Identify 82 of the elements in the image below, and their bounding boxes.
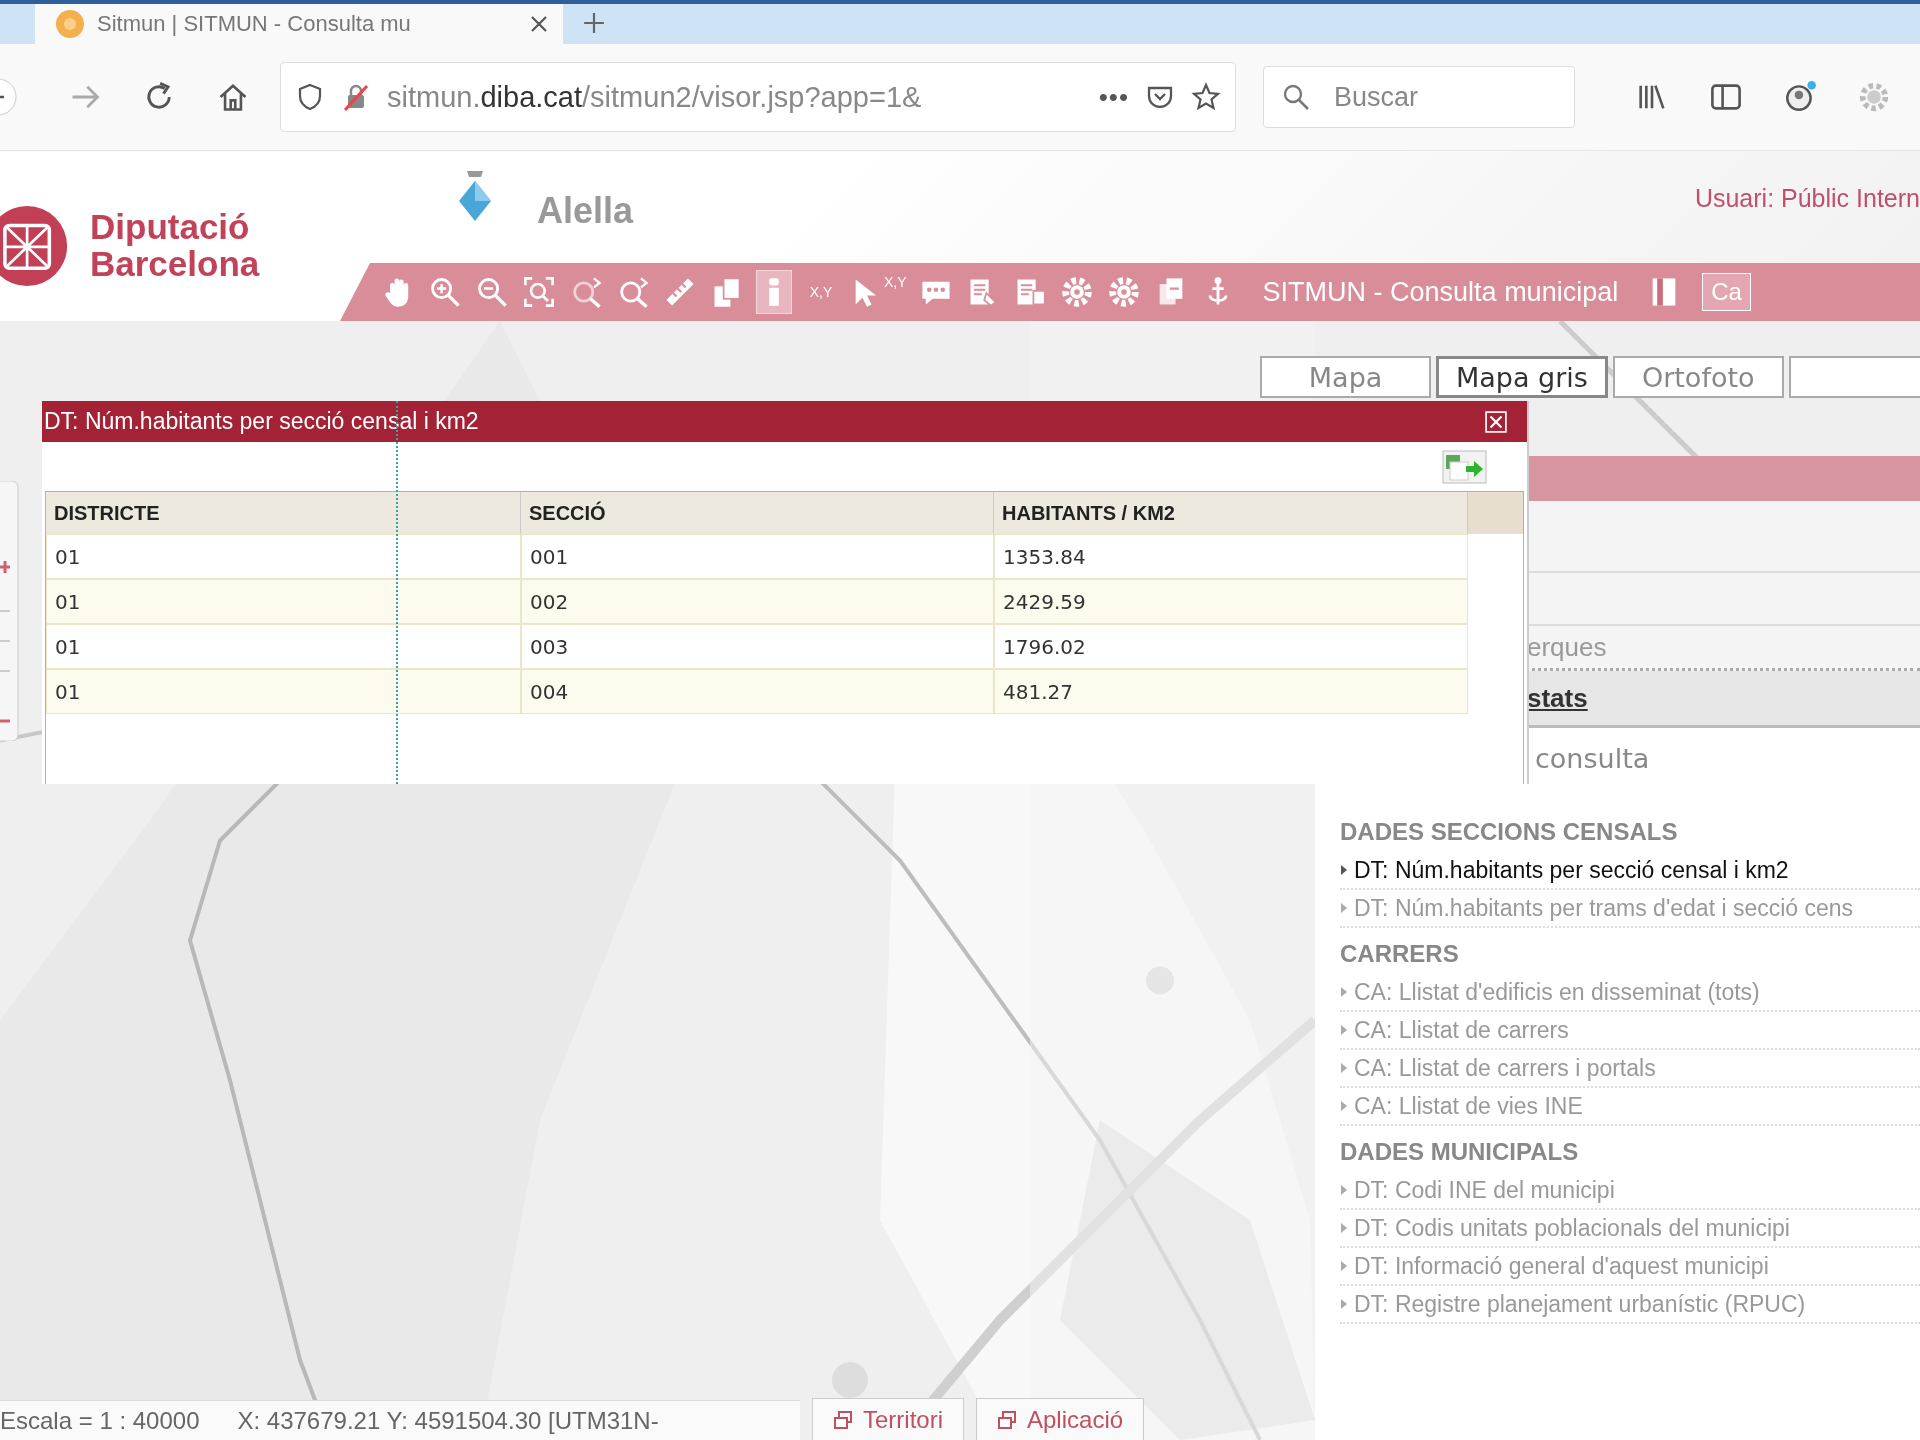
- query-link[interactable]: DT: Registre planejament urbanístic (RPUC): [1340, 1286, 1920, 1324]
- crossed-lock-icon[interactable]: [341, 82, 371, 112]
- query-link[interactable]: DT: Codi INE del municipi: [1340, 1172, 1920, 1210]
- layer-button[interactable]: [1788, 356, 1920, 398]
- export-spreadsheet-icon[interactable]: [1442, 449, 1487, 484]
- coordinates-button[interactable]: X,Y: [803, 270, 839, 314]
- toolbar-button[interactable]: Ca: [1702, 273, 1751, 311]
- gear-icon: [1059, 275, 1094, 309]
- column-header[interactable]: DISTRICTE: [46, 492, 521, 534]
- info-icon: [768, 277, 780, 307]
- layer-button[interactable]: Mapa gris: [1436, 356, 1608, 398]
- query-link[interactable]: DT: Núm.habitants per trams d'edat i secció cens: [1340, 890, 1920, 928]
- settings-icon[interactable]: [1857, 80, 1891, 114]
- tool-button[interactable]: [756, 270, 792, 314]
- flower-icon: [55, 9, 85, 39]
- toolbar-title: SITMUN - Consulta municipal: [1262, 276, 1619, 308]
- arrow-icon: [1340, 986, 1348, 998]
- address-bar[interactable]: sitmun.diba.cat/sitmun2/visor.jsp?app=1& •••: [280, 62, 1236, 132]
- zoom-out-icon: [475, 275, 509, 309]
- windows-icon: [997, 1409, 1017, 1430]
- layer-button[interactable]: Ortofoto: [1612, 356, 1784, 398]
- window-button[interactable]: Aplicació: [976, 1398, 1145, 1440]
- table-cell: 01: [46, 669, 521, 714]
- query-link[interactable]: DT: Núm.habitants per secció censal i km2: [1340, 852, 1920, 890]
- table-cell: 1353.84: [994, 534, 1468, 579]
- query-link[interactable]: DT: Informació general d'aquest municipi: [1340, 1248, 1920, 1286]
- browser-tab[interactable]: Sitmun | SITMUN - Consulta mu: [35, 4, 563, 44]
- arrow-icon: [1340, 1298, 1348, 1310]
- arrow-icon: [1340, 1100, 1348, 1112]
- arrow-icon: [1340, 902, 1348, 914]
- scale-text: Escala = 1 : 40000: [0, 1406, 200, 1435]
- arrow-icon: [1340, 1184, 1348, 1196]
- panel-tab[interactable]: stats: [1527, 682, 1588, 714]
- municipality-name: Alella: [537, 190, 634, 232]
- table-cell: 01: [46, 534, 521, 579]
- plus-icon[interactable]: [583, 12, 605, 34]
- arrow-icon: [1340, 1222, 1348, 1234]
- table-cell: 01: [46, 579, 521, 624]
- coordinates-button[interactable]: X,Y: [850, 270, 907, 314]
- zoom-control-drawing[interactable]: [0, 481, 20, 741]
- zoom-in-icon: [428, 275, 462, 309]
- brand-name: Diputació: [90, 209, 251, 246]
- brand-name: Barcelona: [90, 246, 260, 283]
- search-icon: [1281, 82, 1311, 112]
- arrow-icon: [1340, 1062, 1348, 1074]
- query-link[interactable]: CA: Llistat de carrers i portals: [1340, 1050, 1920, 1088]
- window-button[interactable]: Territori: [812, 1398, 964, 1440]
- group-heading: DADES SECCIONS CENSALS: [1340, 818, 1679, 847]
- arrow-icon: [1340, 1024, 1348, 1036]
- table-cell: 001: [521, 534, 994, 579]
- panel-title: consulta: [1535, 742, 1650, 774]
- query-link[interactable]: CA: Llistat de carrers: [1340, 1012, 1920, 1050]
- layer-button[interactable]: Mapa: [1260, 356, 1432, 398]
- windows-icon: [833, 1409, 853, 1430]
- query-link[interactable]: CA: Llistat d'edificis en disseminat (tots): [1340, 974, 1920, 1012]
- close-icon[interactable]: [529, 14, 549, 34]
- arrow-icon: [1340, 1260, 1348, 1272]
- page-actions-menu[interactable]: •••: [1098, 81, 1129, 113]
- arrow-icon: [1340, 864, 1348, 876]
- scrollbar-header: [1468, 492, 1523, 534]
- user-label: Usuari: Públic Intern: [1694, 183, 1920, 213]
- star-icon[interactable]: [1191, 82, 1221, 112]
- table-cell: 481.27: [994, 669, 1468, 714]
- account-icon[interactable]: [1783, 80, 1817, 114]
- table-cell: 2429.59: [994, 579, 1468, 624]
- search-field[interactable]: Buscar: [1263, 66, 1575, 128]
- dialog-title: DT: Núm.habitants per secció censal i km2: [44, 408, 480, 435]
- gear-icon: [1106, 275, 1141, 309]
- query-link[interactable]: DT: Codis unitats poblacionals del municipi: [1340, 1210, 1920, 1248]
- group-heading: DADES MUNICIPALS: [1340, 1138, 1580, 1167]
- column-header[interactable]: SECCIÓ: [521, 492, 994, 534]
- panel-tab[interactable]: erques: [1527, 631, 1607, 663]
- table-cell: 003: [521, 624, 994, 669]
- zoom-extent-icon: [522, 275, 556, 309]
- table-cell: 004: [521, 669, 994, 714]
- table-cell: 01: [46, 624, 521, 669]
- table-cell: 002: [521, 579, 994, 624]
- group-heading: CARRERS: [1340, 940, 1460, 969]
- query-link[interactable]: CA: Llistat de vies INE: [1340, 1088, 1920, 1126]
- table-cell: 1796.02: [994, 624, 1468, 669]
- url-text: sitmun.diba.cat/sitmun2/visor.jsp?app=1&: [387, 80, 923, 114]
- coordinates-text: X: 437679.21 Y: 4591504.30 [UTM31N-: [237, 1406, 659, 1435]
